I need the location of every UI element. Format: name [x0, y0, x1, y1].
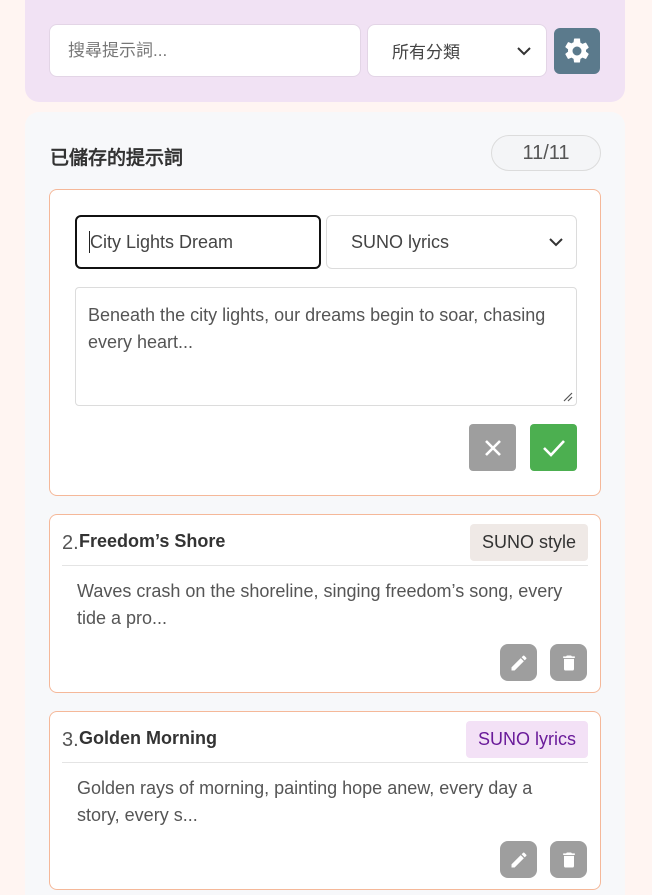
settings-button[interactable]	[554, 28, 600, 74]
edit-title-field[interactable]: City Lights Dream	[75, 215, 321, 269]
prompt-preview: Golden rays of morning, painting hope an…	[77, 778, 533, 825]
chevron-down-icon	[549, 238, 563, 247]
gear-icon	[565, 38, 589, 63]
edit-category-select[interactable]: SUNO lyrics	[326, 215, 577, 269]
count-badge: 11/11	[491, 135, 601, 171]
trash-icon	[562, 655, 575, 670]
delete-button[interactable]	[550, 841, 587, 878]
edit-content-textarea[interactable]: Beneath the city lights, our dreams begi…	[75, 287, 577, 406]
prompt-preview: Waves crash on the shoreline, singing fr…	[77, 581, 563, 628]
trash-icon	[562, 852, 575, 867]
edit-content-value: Beneath the city lights, our dreams begi…	[88, 305, 546, 352]
prompt-title: Freedom’s Shore	[79, 531, 226, 551]
pencil-icon	[511, 851, 527, 867]
edit-category-value: SUNO lyrics	[351, 231, 449, 252]
prompt-card: 2. Freedom’s Shore SUNO style Waves cras…	[49, 514, 601, 693]
cancel-button[interactable]	[469, 424, 516, 471]
confirm-button[interactable]	[530, 424, 577, 471]
pencil-icon	[511, 654, 527, 670]
check-icon	[542, 439, 565, 457]
prompt-title: Golden Morning	[79, 728, 217, 748]
resize-handle-icon[interactable]	[563, 392, 573, 402]
category-filter-select[interactable]: 所有分類	[367, 24, 547, 77]
category-badge: SUNO lyrics	[466, 721, 588, 758]
section-title: 已儲存的提示詞	[50, 148, 184, 169]
edit-button[interactable]	[500, 644, 537, 681]
prompt-card: 3. Golden Morning SUNO lyrics Golden ray…	[49, 711, 601, 890]
divider	[62, 762, 588, 763]
edit-prompt-card: City Lights Dream SUNO lyrics Beneath th…	[49, 189, 601, 496]
category-filter-value: 所有分類	[392, 43, 460, 62]
chevron-down-icon	[517, 46, 531, 55]
edit-title-value: City Lights Dream	[90, 231, 234, 252]
edit-button[interactable]	[500, 841, 537, 878]
close-icon	[484, 439, 501, 456]
delete-button[interactable]	[550, 644, 587, 681]
prompt-number: 2.	[62, 532, 79, 554]
divider	[62, 565, 588, 566]
category-badge: SUNO style	[469, 524, 588, 561]
prompt-number: 3.	[62, 729, 79, 751]
search-input[interactable]	[49, 24, 361, 77]
